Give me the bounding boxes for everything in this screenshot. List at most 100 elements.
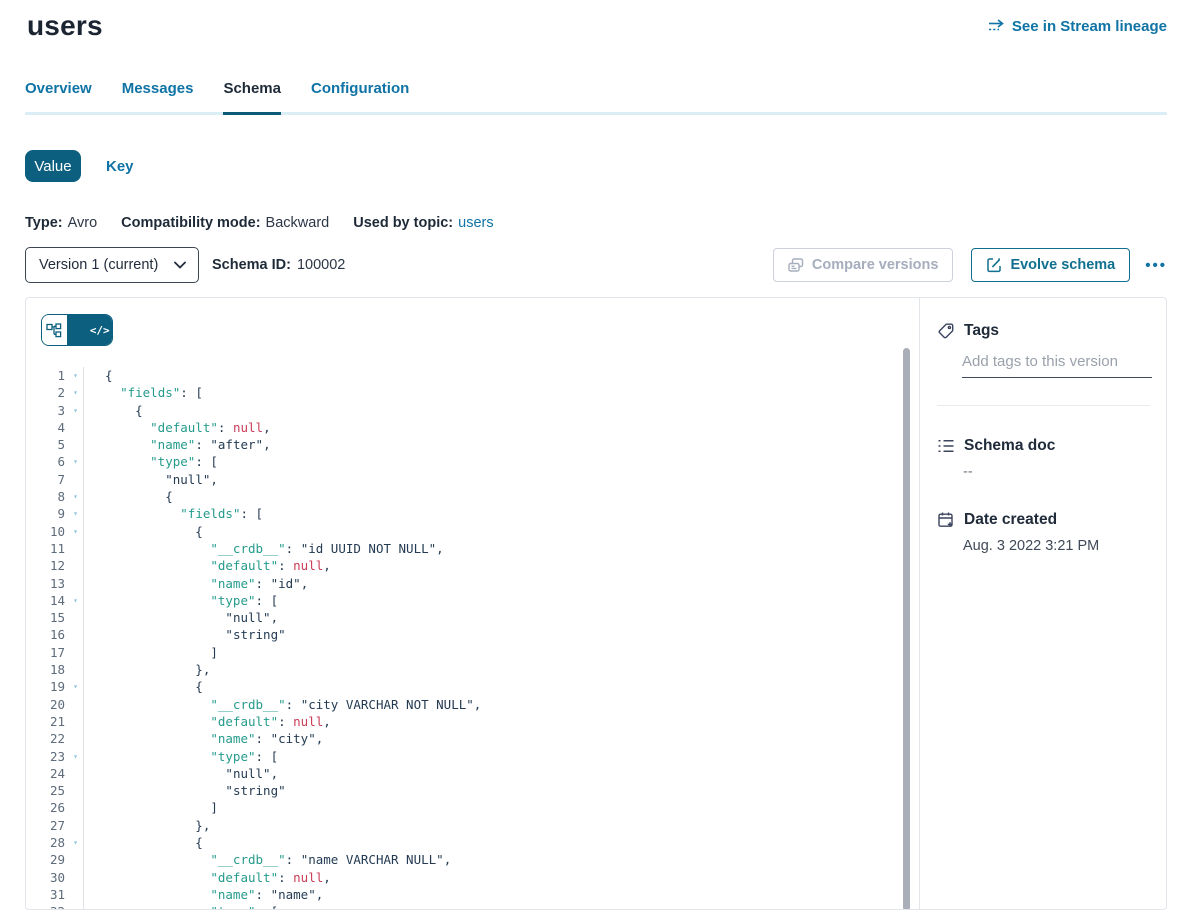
fold-arrow-icon[interactable]: ▾ [68, 367, 83, 384]
schema-panel: </> 1▾{2▾ "fields": [3▾ {4 "default": nu… [25, 297, 1167, 910]
stream-lineage-icon [988, 19, 1005, 34]
code-line: 7 "null", [26, 471, 919, 488]
schema-meta-row: Type: Avro Compatibility mode: Backward Used… [25, 215, 1189, 231]
code-line: 25 "string" [26, 782, 919, 799]
tab-schema[interactable]: Schema [223, 80, 281, 112]
code-line: 15 "null", [26, 609, 919, 626]
code-line: 10▾ { [26, 523, 919, 540]
tab-configuration[interactable]: Configuration [311, 80, 409, 112]
sidebar-divider [937, 405, 1150, 406]
toggle-key[interactable]: Key [106, 158, 134, 175]
line-number: 12 [26, 557, 68, 574]
version-select[interactable]: Version 1 (current) [25, 247, 199, 283]
line-number: 32 [26, 903, 68, 909]
code-line: 1▾{ [26, 367, 919, 384]
code-line: 30 "default": null, [26, 869, 919, 886]
line-number: 24 [26, 765, 68, 782]
line-number: 13 [26, 575, 68, 592]
line-number: 25 [26, 782, 68, 799]
code-line: 11 "__crdb__": "id UUID NOT NULL", [26, 540, 919, 557]
line-number: 29 [26, 851, 68, 868]
fold-arrow-icon[interactable]: ▾ [68, 523, 83, 540]
fold-arrow-icon[interactable]: ▾ [68, 488, 83, 505]
tab-messages[interactable]: Messages [122, 80, 194, 112]
stream-lineage-link[interactable]: See in Stream lineage [988, 18, 1167, 35]
chevron-down-icon [174, 261, 186, 269]
scrollbar-thumb[interactable] [903, 348, 910, 909]
line-number: 6 [26, 453, 68, 470]
line-number: 17 [26, 644, 68, 661]
code-line: 4 "default": null, [26, 419, 919, 436]
tags-title: Tags [964, 322, 999, 340]
code-line: 24 "null", [26, 765, 919, 782]
line-number: 22 [26, 730, 68, 747]
code-line: 18 }, [26, 661, 919, 678]
code-line: 26 ] [26, 799, 919, 816]
fold-arrow-icon[interactable]: ▾ [68, 748, 83, 765]
meta-item: Type: Avro [25, 215, 97, 231]
meta-label: Compatibility mode: [121, 215, 260, 231]
fold-arrow-icon[interactable]: ▾ [68, 834, 83, 851]
version-select-value: Version 1 (current) [39, 257, 158, 273]
schema-editor-pane: </> 1▾{2▾ "fields": [3▾ {4 "default": nu… [26, 298, 919, 909]
evolve-schema-label: Evolve schema [1010, 257, 1115, 273]
line-number: 11 [26, 540, 68, 557]
tree-view-button[interactable] [42, 315, 67, 345]
schema-sidebar: Tags Schema doc -- [919, 298, 1166, 909]
line-number: 18 [26, 661, 68, 678]
meta-item: Compatibility mode: Backward [121, 215, 329, 231]
meta-label: Used by topic: [353, 215, 453, 231]
line-number: 27 [26, 817, 68, 834]
meta-value: Avro [68, 215, 98, 231]
line-number: 1 [26, 367, 68, 384]
fold-arrow-icon[interactable]: ▾ [68, 402, 83, 419]
meta-label: Type: [25, 215, 63, 231]
schema-doc-title: Schema doc [964, 437, 1055, 455]
tree-view-icon [46, 323, 62, 338]
page-title: users [27, 10, 103, 42]
evolve-schema-button[interactable]: Evolve schema [971, 248, 1130, 282]
value-key-toggle: Value Key [25, 150, 1189, 182]
schema-code-editor[interactable]: 1▾{2▾ "fields": [3▾ {4 "default": null,5… [26, 367, 919, 909]
code-line: 9▾ "fields": [ [26, 505, 919, 522]
line-number: 30 [26, 869, 68, 886]
stream-lineage-label: See in Stream lineage [1012, 18, 1167, 35]
line-number: 16 [26, 626, 68, 643]
code-line: 6▾ "type": [ [26, 453, 919, 470]
fold-arrow-icon[interactable]: ▾ [68, 505, 83, 522]
schema-doc-section: Schema doc -- [937, 437, 1150, 480]
fold-arrow-icon[interactable]: ▾ [68, 384, 83, 401]
line-number: 28 [26, 834, 68, 851]
meta-value: Backward [266, 215, 330, 231]
version-controls-row: Version 1 (current) Schema ID: 100002 Co… [25, 247, 1167, 283]
more-options-button[interactable]: ••• [1145, 257, 1167, 274]
line-number: 5 [26, 436, 68, 453]
line-number: 23 [26, 748, 68, 765]
toggle-value[interactable]: Value [25, 150, 81, 182]
code-line: 21 "default": null, [26, 713, 919, 730]
code-line: 28▾ { [26, 834, 919, 851]
fold-arrow-icon[interactable]: ▾ [68, 453, 83, 470]
tag-icon [937, 322, 955, 340]
code-view-button[interactable]: </> [67, 315, 113, 345]
tab-overview[interactable]: Overview [25, 80, 92, 112]
compare-versions-button[interactable]: Compare versions [773, 248, 954, 282]
fold-arrow-icon[interactable]: ▾ [68, 678, 83, 695]
meta-value-link[interactable]: users [458, 215, 493, 231]
line-number: 10 [26, 523, 68, 540]
code-line: 8▾ { [26, 488, 919, 505]
tags-input[interactable] [962, 353, 1152, 378]
schema-id: Schema ID: 100002 [212, 257, 345, 273]
code-line: 3▾ { [26, 402, 919, 419]
code-line: 17 ] [26, 644, 919, 661]
code-line: 23▾ "type": [ [26, 748, 919, 765]
line-number: 2 [26, 384, 68, 401]
line-number: 31 [26, 886, 68, 903]
line-number: 26 [26, 799, 68, 816]
code-line: 29 "__crdb__": "name VARCHAR NULL", [26, 851, 919, 868]
fold-arrow-icon[interactable]: ▾ [68, 903, 83, 909]
fold-arrow-icon[interactable]: ▾ [68, 592, 83, 609]
code-line: 22 "name": "city", [26, 730, 919, 747]
line-number: 21 [26, 713, 68, 730]
date-created-value: Aug. 3 2022 3:21 PM [963, 538, 1150, 554]
